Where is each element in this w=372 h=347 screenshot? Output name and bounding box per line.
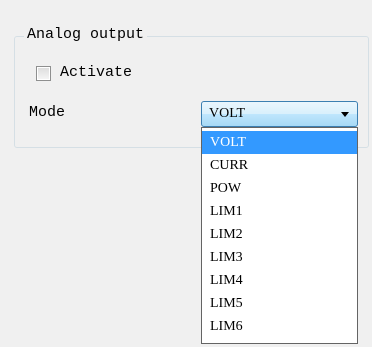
- mode-option-curr[interactable]: CURR: [202, 154, 357, 177]
- checkbox-box[interactable]: [36, 65, 51, 81]
- mode-label: Mode: [29, 104, 66, 121]
- mode-dropdown-list: VOLT CURR POW LIM1 LIM2 LIM3 LIM4 LIM5 L…: [201, 127, 358, 344]
- mode-option-volt[interactable]: VOLT: [202, 131, 357, 154]
- mode-option-lim5[interactable]: LIM5: [202, 292, 357, 315]
- activate-label: Activate: [60, 64, 133, 81]
- analog-output-panel: Analog output Activate Mode VOLT VOLT CU…: [0, 0, 372, 347]
- activate-checkbox[interactable]: Activate: [36, 64, 132, 82]
- group-title: Analog output: [24, 26, 148, 44]
- mode-option-lim4[interactable]: LIM4: [202, 269, 357, 292]
- mode-select-value: VOLT: [209, 106, 246, 121]
- chevron-down-icon[interactable]: [341, 112, 349, 117]
- mode-option-lim3[interactable]: LIM3: [202, 246, 357, 269]
- mode-option-lim1[interactable]: LIM1: [202, 200, 357, 223]
- mode-option-lim6[interactable]: LIM6: [202, 315, 357, 338]
- mode-option-lim2[interactable]: LIM2: [202, 223, 357, 246]
- mode-option-pow[interactable]: POW: [202, 177, 357, 200]
- mode-select[interactable]: VOLT: [201, 101, 358, 127]
